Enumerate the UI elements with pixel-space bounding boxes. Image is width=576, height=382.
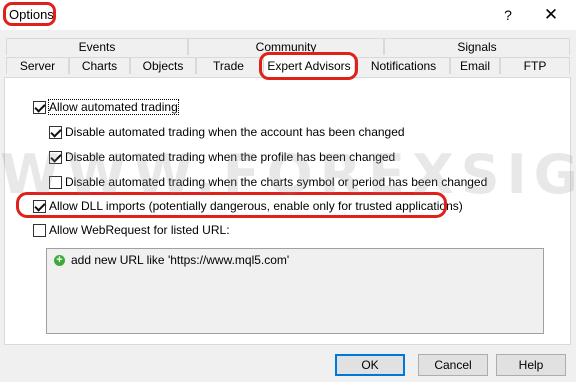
allow-webrequest-checkbox[interactable] xyxy=(33,224,46,237)
tab-highlight-annotation xyxy=(259,52,358,80)
tab-ftp[interactable]: FTP xyxy=(500,57,570,74)
ok-button[interactable]: OK xyxy=(335,354,405,376)
add-url-item[interactable]: add new URL like 'https://www.mql5.com' xyxy=(71,253,289,267)
allow-automated-trading-checkbox[interactable] xyxy=(33,101,46,114)
disable-on-account-change-label: Disable automated trading when the accou… xyxy=(65,125,405,139)
tab-notifications[interactable]: Notifications xyxy=(357,57,450,74)
add-icon[interactable]: + xyxy=(54,255,65,266)
close-icon[interactable]: ✕ xyxy=(541,5,561,25)
title-bar: Options ? ✕ xyxy=(0,0,576,30)
tab-email[interactable]: Email xyxy=(450,57,500,74)
tab-trade[interactable]: Trade xyxy=(196,57,261,74)
tab-events[interactable]: Events xyxy=(6,38,188,55)
url-list[interactable]: + add new URL like 'https://www.mql5.com… xyxy=(46,248,544,334)
allow-automated-trading-label: Allow automated trading xyxy=(48,99,179,115)
tab-charts[interactable]: Charts xyxy=(69,57,130,74)
allow-webrequest-label: Allow WebRequest for listed URL: xyxy=(49,223,230,237)
watermark: WWW.FOREXSIGNALS.COM xyxy=(0,143,576,206)
disable-on-account-change-checkbox[interactable] xyxy=(49,126,62,139)
tab-server[interactable]: Server xyxy=(6,57,69,74)
help-button[interactable]: Help xyxy=(496,354,566,376)
tab-signals[interactable]: Signals xyxy=(384,38,570,55)
cancel-button[interactable]: Cancel xyxy=(418,354,488,376)
title-highlight-annotation xyxy=(3,2,56,26)
help-icon[interactable]: ? xyxy=(498,5,518,25)
tab-objects[interactable]: Objects xyxy=(130,57,196,74)
